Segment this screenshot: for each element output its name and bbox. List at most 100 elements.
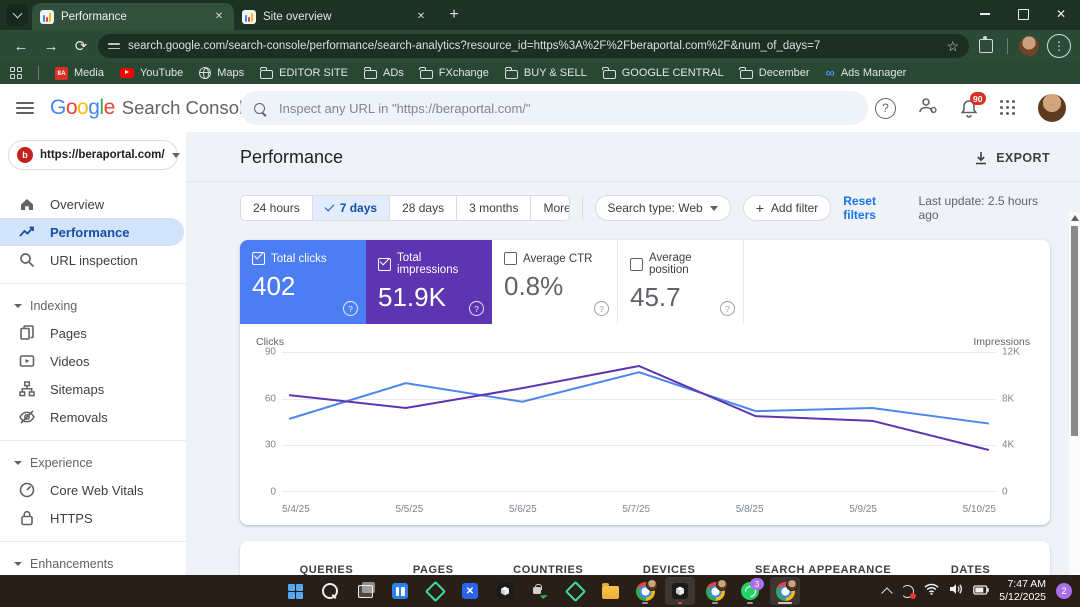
google-apps-grid-icon[interactable] [1000,100,1016,116]
profile-avatar[interactable] [1016,33,1042,59]
mail-app-icon[interactable] [385,577,415,605]
url-inspection-input[interactable] [277,99,854,117]
sidebar-item-https[interactable]: HTTPS [0,504,186,532]
url-inspection-search[interactable] [240,91,868,125]
bookmark-star-icon[interactable]: ☆ [946,38,959,55]
cube-app-icon[interactable] [490,577,520,605]
sidebar-item-sitemaps[interactable]: Sitemaps [0,375,186,403]
blue-x-app-icon[interactable]: ✕ [455,577,485,605]
range-7-days-selected[interactable]: 7 days [312,196,391,220]
forward-button[interactable]: → [38,33,64,59]
reload-button[interactable]: ⟳ [68,33,94,59]
help-icon[interactable]: ? [343,301,358,316]
sidebar-item-url-inspection[interactable]: URL inspection [0,246,186,274]
metric-average-ctr[interactable]: Average CTR 0.8% ? [492,240,618,324]
browser-tab-inactive[interactable]: Site overview ✕ [234,3,436,30]
tab-devices[interactable]: DEVICES [643,564,696,575]
green-diamond-app-2-icon[interactable] [560,577,590,605]
help-icon[interactable]: ? [720,301,735,316]
chrome-active-icon[interactable] [770,577,800,605]
notification-center-badge[interactable]: 2 [1056,583,1072,599]
range-3-months[interactable]: 3 months [457,196,532,220]
taskbar-search-icon[interactable] [315,577,345,605]
user-settings-icon[interactable] [918,97,938,120]
sync-tray-icon[interactable] [901,584,917,599]
checkbox-checked[interactable] [378,255,391,271]
help-icon[interactable]: ? [469,301,484,316]
sidebar-item-videos[interactable]: Videos [0,347,186,375]
browser-tab-active[interactable]: Performance ✕ [32,3,234,30]
cube-app-2-icon[interactable] [665,577,695,605]
bookmark-folder-editor-site[interactable]: EDITOR SITE [259,66,348,79]
sidebar-section-indexing[interactable]: Indexing [0,293,186,319]
checkbox-unchecked[interactable] [504,252,517,265]
account-avatar[interactable] [1038,94,1066,122]
notifications-bell-icon[interactable]: 90 [960,92,986,118]
browser-menu-button[interactable]: ⋮ [1046,33,1072,59]
metric-total-impressions[interactable]: Total impressions 51.9K ? [366,240,492,324]
range-28-days[interactable]: 28 days [390,196,458,220]
site-settings-icon[interactable] [108,41,120,51]
battery-icon[interactable] [973,582,990,600]
tab-pages[interactable]: PAGES [413,564,454,575]
window-close-button[interactable]: ✕ [1042,0,1080,28]
sidebar-section-enhancements[interactable]: Enhancements [0,551,186,575]
apps-shortcut-icon[interactable] [10,67,22,79]
bookmark-folder-december[interactable]: December [739,66,810,79]
back-button[interactable]: ← [8,33,34,59]
tab-countries[interactable]: COUNTRIES [513,564,583,575]
whatsapp-icon[interactable]: 3 [735,577,765,605]
search-type-chip[interactable]: Search type: Web [594,195,731,221]
help-icon[interactable]: ? [875,97,896,119]
bookmark-folder-buy-sell[interactable]: BUY & SELL [504,66,587,79]
metric-average-position[interactable]: Average position 45.7 ? [618,240,744,324]
bookmark-media[interactable]: 8A Media [55,66,104,80]
window-maximize-button[interactable] [1004,0,1042,28]
property-selector[interactable]: b https://beraportal.com/ [8,140,180,170]
wifi-icon[interactable] [924,582,939,600]
address-bar[interactable]: search.google.com/search-console/perform… [98,34,969,58]
sidebar-item-performance[interactable]: Performance [0,218,184,246]
green-diamond-app-icon[interactable] [420,577,450,605]
bookmark-folder-google-central[interactable]: GOOGLE CENTRAL [602,66,724,79]
tab-dates[interactable]: DATES [951,564,990,575]
chrome-profile-1-icon[interactable] [630,577,660,605]
task-view-icon[interactable] [350,577,380,605]
reset-filters-link[interactable]: Reset filters [843,194,906,222]
sidebar-item-pages[interactable]: Pages [0,319,186,347]
metric-total-clicks[interactable]: Total clicks 402 ? [240,240,366,324]
help-icon[interactable]: ? [594,301,609,316]
volume-icon[interactable] [949,582,963,600]
tab-search-appearance[interactable]: SEARCH APPEARANCE [755,564,891,575]
tab-queries[interactable]: QUERIES [300,564,354,575]
file-transfer-app-icon[interactable] [525,577,555,605]
tab-search-button[interactable] [6,4,28,26]
sidebar-section-experience[interactable]: Experience [0,450,186,476]
extensions-icon[interactable] [973,33,999,59]
bookmark-ads-manager[interactable]: ∞ Ads Manager [826,66,907,79]
range-more[interactable]: More [531,196,568,220]
hidden-icons-chevron[interactable] [881,586,893,599]
window-minimize-button[interactable] [966,0,1004,28]
sidebar-item-overview[interactable]: Overview [0,190,186,218]
bookmark-folder-fxchange[interactable]: FXchange [419,66,489,79]
new-tab-button[interactable]: + [442,3,466,27]
tab-close-button[interactable]: ✕ [414,10,428,24]
hamburger-menu-icon[interactable] [16,102,34,114]
page-scrollbar[interactable] [1069,212,1080,575]
tab-close-button[interactable]: ✕ [212,10,226,24]
range-24-hours[interactable]: 24 hours [241,196,313,220]
checkbox-checked[interactable] [252,249,265,265]
sidebar-item-core-web-vitals[interactable]: Core Web Vitals [0,476,186,504]
taskbar-clock[interactable]: 7:47 AM 5/12/2025 [999,578,1046,604]
chrome-profile-2-icon[interactable] [700,577,730,605]
export-button[interactable]: EXPORT [974,151,1050,165]
scrollbar-thumb[interactable] [1070,226,1078,436]
sidebar-item-removals[interactable]: Removals [0,403,186,431]
checkbox-unchecked[interactable] [630,257,643,271]
bookmark-youtube[interactable]: YouTube [119,67,183,79]
add-filter-chip[interactable]: + Add filter [742,195,832,221]
start-button[interactable] [280,577,310,605]
file-explorer-icon[interactable] [595,577,625,605]
scrollbar-up-arrow[interactable] [1070,215,1079,221]
